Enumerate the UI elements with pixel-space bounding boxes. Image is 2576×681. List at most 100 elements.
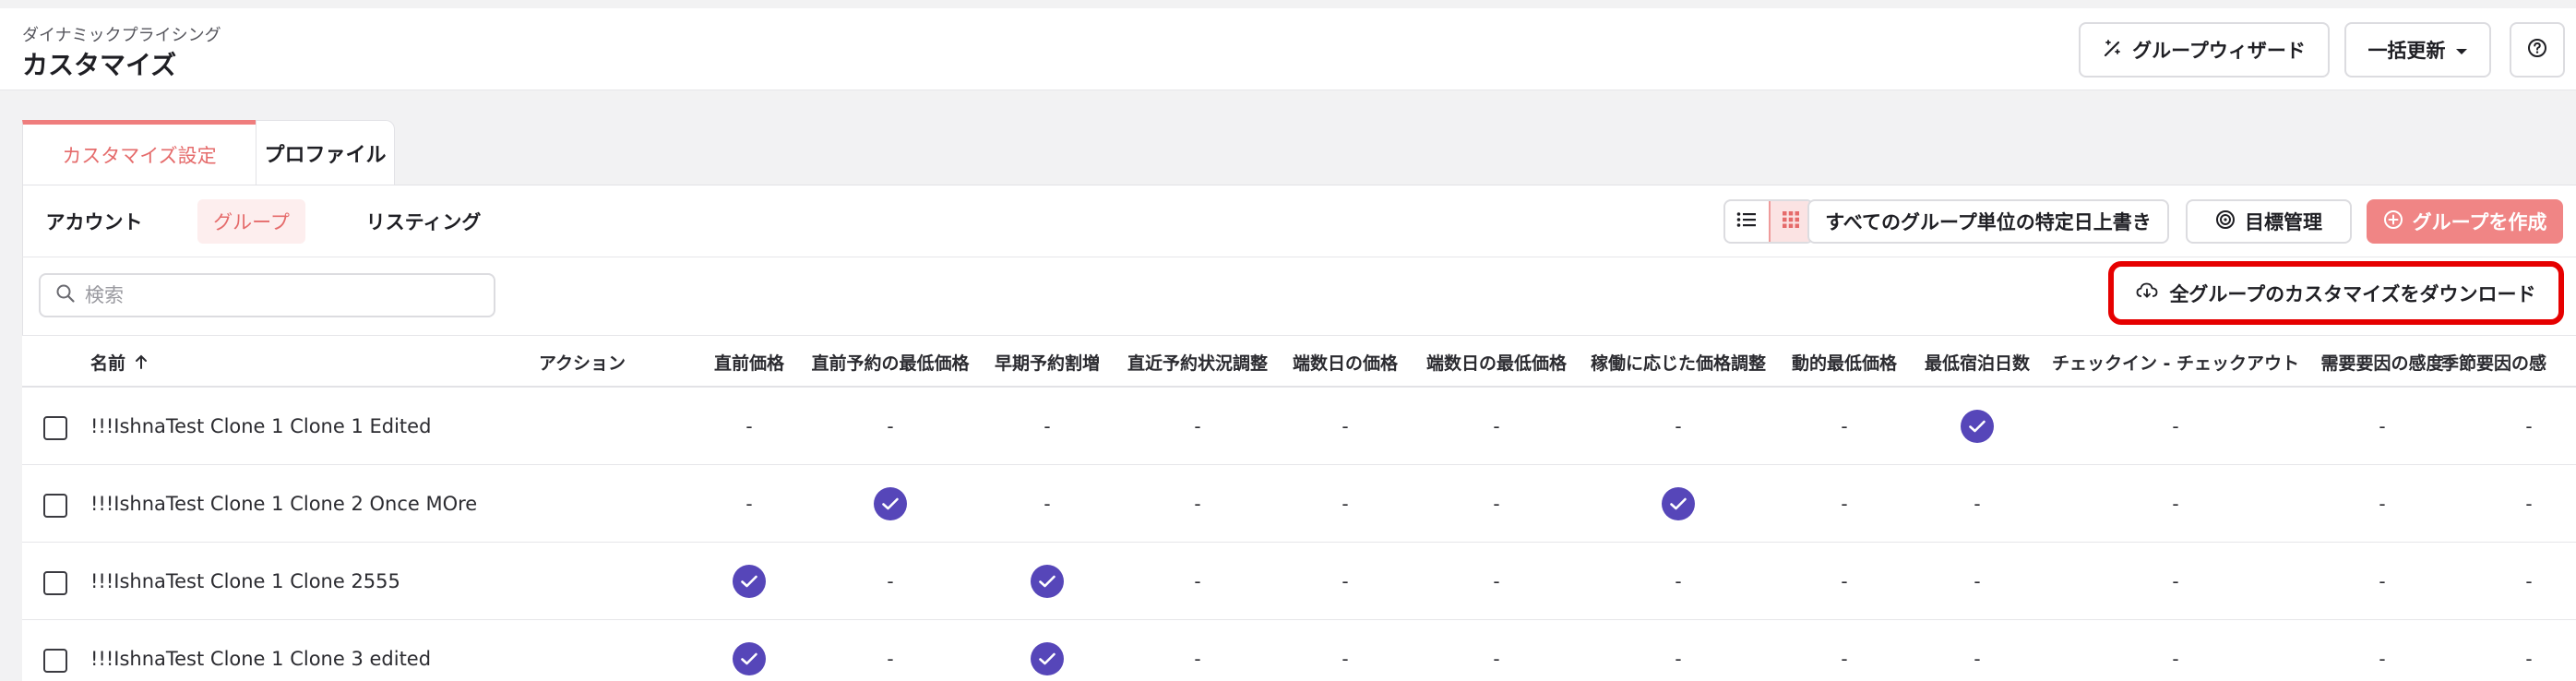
- empty-cell: -: [887, 648, 894, 670]
- empty-cell: -: [1493, 570, 1500, 592]
- check-cell: [694, 620, 805, 681]
- empty-cell: -: [1675, 570, 1682, 592]
- empty-cell: -: [1194, 570, 1201, 592]
- table-row[interactable]: !!!IshnaTest Clone 1 Clone 1 Edited - - - - -…: [22, 388, 2576, 465]
- empty-cell: -: [1342, 648, 1349, 670]
- check-cell: [835, 465, 946, 543]
- check-circle-icon: [1031, 565, 1064, 598]
- check-circle-icon: [1031, 642, 1064, 675]
- empty-cell: -: [1194, 493, 1201, 515]
- subnav-label: グループ: [213, 211, 290, 233]
- empty-cell: -: [1974, 493, 1981, 515]
- action-header-label: アクション: [539, 352, 626, 374]
- table-row[interactable]: !!!IshnaTest Clone 1 Clone 3 edited - - - - -…: [22, 620, 2576, 681]
- subnav-group[interactable]: グループ: [197, 199, 305, 244]
- tab-customize-settings[interactable]: カスタマイズ設定: [22, 120, 256, 185]
- check-cell: [992, 620, 1103, 681]
- empty-cell: -: [2172, 493, 2179, 515]
- name-header-label: 名前: [90, 352, 126, 374]
- row-name: !!!IshnaTest Clone 1 Clone 2 Once MOre: [90, 493, 478, 515]
- empty-cell: -: [2525, 648, 2533, 670]
- check-cell: [992, 543, 1103, 620]
- empty-cell: -: [1841, 493, 1848, 515]
- download-label: 全グループのカスタマイズをダウンロード: [2169, 282, 2536, 305]
- check-cell: [1922, 388, 2033, 465]
- empty-cell: -: [1342, 493, 1349, 515]
- tab-profile[interactable]: プロファイル: [256, 120, 395, 185]
- group-wizard-label: グループウィザード: [2132, 40, 2306, 62]
- view-toggle: [1723, 199, 1814, 244]
- bulk-update-label: 一括更新: [2367, 40, 2446, 62]
- download-all-customizations-button[interactable]: 全グループのカスタマイズをダウンロード: [2108, 261, 2564, 325]
- empty-cell: -: [1974, 570, 1981, 592]
- row-checkbox[interactable]: [43, 494, 67, 518]
- tab-label: プロファイル: [264, 144, 387, 167]
- table-row[interactable]: !!!IshnaTest Clone 1 Clone 2555 - - - - - - - - -…: [22, 543, 2576, 620]
- plus-circle-icon: [2383, 209, 2403, 234]
- row-name: !!!IshnaTest Clone 1 Clone 2555: [90, 570, 400, 592]
- grid-icon: [1783, 211, 1800, 232]
- empty-cell: -: [1342, 415, 1349, 437]
- override-dates-button[interactable]: すべてのグループ単位の特定日上書き: [1807, 199, 2169, 244]
- empty-cell: -: [2379, 415, 2386, 437]
- sort-arrow-up-icon: [135, 354, 148, 369]
- empty-cell: -: [2172, 570, 2179, 592]
- empty-cell: -: [745, 493, 753, 515]
- target-icon: [2215, 209, 2236, 234]
- page-title: カスタマイズ: [22, 50, 177, 80]
- subnav-label: リスティング: [365, 211, 482, 233]
- page-subtitle: ダイナミックプライシング: [22, 26, 221, 45]
- table-row[interactable]: !!!IshnaTest Clone 1 Clone 2 Once MOre - -…: [22, 465, 2576, 543]
- row-name: !!!IshnaTest Clone 1 Clone 3 edited: [90, 648, 432, 670]
- empty-cell: -: [2379, 493, 2386, 515]
- question-circle-icon: [2527, 38, 2547, 63]
- search-box: [39, 273, 495, 317]
- override-dates-label: すべてのグループ単位の特定日上書き: [1825, 211, 2152, 233]
- empty-cell: -: [2379, 648, 2386, 670]
- column-header: チェックイン - チェックアウト: [2051, 352, 2300, 374]
- empty-cell: -: [2525, 415, 2533, 437]
- empty-cell: -: [1675, 648, 1682, 670]
- goal-management-button[interactable]: 目標管理: [2186, 199, 2352, 244]
- empty-cell: -: [887, 415, 894, 437]
- name-column-header[interactable]: 名前: [90, 336, 275, 388]
- check-circle-icon: [733, 565, 766, 598]
- row-checkbox[interactable]: [43, 649, 67, 673]
- goal-management-label: 目標管理: [2245, 211, 2322, 233]
- row-checkbox[interactable]: [43, 571, 67, 595]
- row-checkbox[interactable]: [43, 416, 67, 440]
- create-group-label: グループを作成: [2412, 211, 2547, 233]
- check-cell: [1623, 465, 1734, 543]
- empty-cell: -: [1493, 493, 1500, 515]
- grid-view-button[interactable]: [1768, 201, 1812, 242]
- empty-cell: -: [1044, 415, 1051, 437]
- empty-cell: -: [745, 415, 753, 437]
- help-button[interactable]: [2510, 22, 2565, 78]
- search-input[interactable]: [85, 284, 472, 306]
- caret-down-icon: [2455, 39, 2468, 61]
- top-strip: [0, 0, 2576, 8]
- empty-cell: -: [2525, 493, 2533, 515]
- column-header: 季節要因の感: [2441, 352, 2547, 374]
- empty-cell: -: [887, 570, 894, 592]
- bulk-update-button[interactable]: 一括更新: [2344, 22, 2491, 78]
- list-icon: [1736, 211, 1757, 232]
- group-wizard-button[interactable]: グループウィザード: [2079, 22, 2330, 78]
- sub-navigation: アカウント グループ リスティング すべてのグループ単位の特定日上書き 目標管理: [22, 185, 2576, 257]
- page-header: ダイナミックプライシング カスタマイズ グループウィザード 一括更新: [0, 8, 2576, 90]
- tab-label: カスタマイズ設定: [62, 145, 217, 167]
- magic-wand-icon: [2103, 38, 2123, 63]
- empty-cell: -: [1044, 493, 1051, 515]
- table-toolbar: 全グループのカスタマイズをダウンロード: [22, 257, 2576, 336]
- subnav-label: アカウント: [45, 211, 143, 233]
- empty-cell: -: [1493, 415, 1500, 437]
- empty-cell: -: [1841, 570, 1848, 592]
- subnav-account[interactable]: アカウント: [39, 199, 149, 244]
- subnav-listing[interactable]: リスティング: [336, 199, 511, 244]
- search-icon: [55, 283, 76, 307]
- empty-cell: -: [1493, 648, 1500, 670]
- empty-cell: -: [1841, 648, 1848, 670]
- check-cell: [694, 543, 805, 620]
- list-view-button[interactable]: [1725, 201, 1769, 242]
- create-group-button[interactable]: グループを作成: [2367, 199, 2563, 244]
